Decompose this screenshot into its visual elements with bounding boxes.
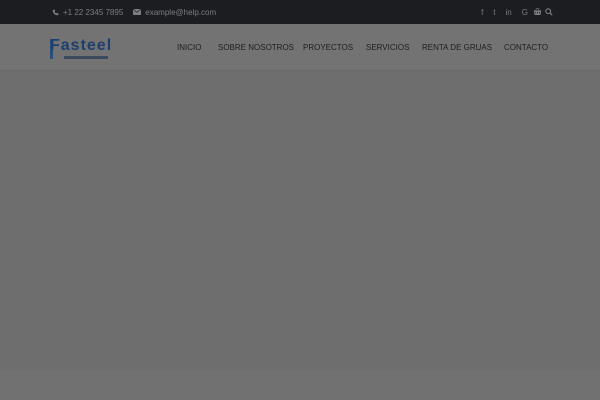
top-bar: +1 22 2345 7895 example@help.com f t in … — [0, 0, 600, 24]
envelope-icon — [133, 9, 142, 15]
google-icon[interactable]: G — [522, 8, 528, 17]
phone-number: +1 22 2345 7895 — [63, 7, 124, 17]
nav-item-sobre-nosotros[interactable]: SOBRE NOSOTROS — [218, 43, 294, 52]
facebook-icon[interactable]: f — [481, 8, 483, 17]
nav-item-proyectos[interactable]: PROYECTOS — [303, 43, 353, 52]
social-links: f t in G — [481, 0, 528, 24]
twitter-icon[interactable]: t — [493, 8, 495, 17]
footer-strip — [0, 370, 600, 400]
contact-info: +1 22 2345 7895 example@help.com — [52, 0, 216, 24]
phone-contact[interactable]: +1 22 2345 7895 — [52, 8, 123, 17]
header-tools — [533, 0, 553, 24]
main-content-overlay — [0, 72, 600, 370]
search-icon[interactable] — [545, 8, 553, 16]
linkedin-icon[interactable]: in — [506, 8, 512, 17]
cart-icon[interactable] — [533, 8, 542, 16]
email-address: example@help.com — [145, 7, 217, 17]
phone-icon — [52, 9, 59, 15]
nav-item-renta-de-gruas[interactable]: RENTA DE GRUAS — [422, 43, 492, 52]
nav-item-inicio[interactable]: INICIO — [177, 43, 201, 52]
email-contact[interactable]: example@help.com — [133, 8, 216, 17]
main-navigation: INICIO SOBRE NOSOTROS PROYECTOS SERVICIO… — [0, 24, 600, 71]
nav-item-contacto[interactable]: CONTACTO — [504, 43, 548, 52]
nav-item-servicios[interactable]: SERVICIOS — [366, 43, 409, 52]
